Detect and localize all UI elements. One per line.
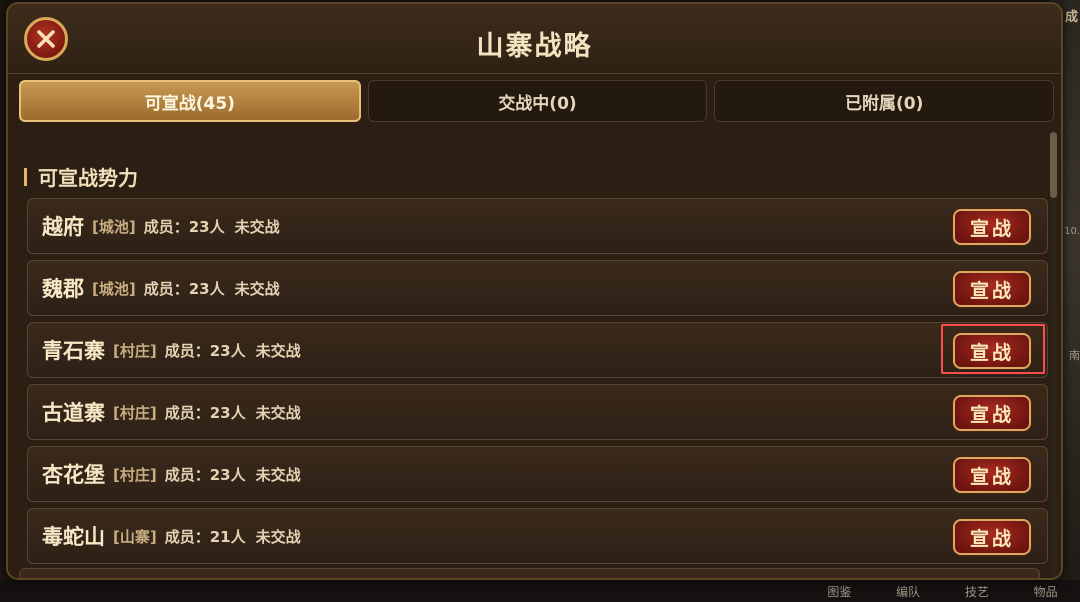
tab-at-war[interactable]: 交战中(0) [367,80,708,122]
faction-status: 未交战 [255,341,301,360]
nav-item-items[interactable]: 物品 [1034,583,1058,600]
scrollbar[interactable] [1050,130,1057,578]
faction-members: 成员：23人 [143,279,225,298]
strategy-dialog: 山寨战略 可宣战(45) 交战中(0) 已附属(0) 可宣战势力 越府 [城池]… [6,2,1063,580]
faction-members: 成员：23人 [164,465,246,484]
dialog-header: 山寨战略 [8,4,1061,74]
list-item: 越府 [城池] 成员：23人 未交战 宣战 [27,198,1048,254]
side-hint-text: 成 [1064,10,1078,25]
faction-type: [村庄] [113,403,157,422]
faction-type: [村庄] [113,341,157,360]
declare-war-button[interactable]: 宣战 [953,209,1031,245]
faction-status: 未交战 [255,403,301,422]
faction-name: 古道寨 [42,401,105,425]
nav-item-codex[interactable]: 图鉴 [827,583,851,600]
list-content: 可宣战势力 越府 [城池] 成员：23人 未交战 宣战 魏郡 [城池] 成员：2… [8,128,1061,578]
declare-war-button[interactable]: 宣战 [953,457,1031,493]
nav-item-formation[interactable]: 编队 [896,583,920,600]
list-item: 毒蛇山 [山寨] 成员：21人 未交战 宣战 [27,508,1048,564]
declare-war-button[interactable]: 宣战 [953,271,1031,307]
faction-status: 未交战 [255,527,301,546]
faction-type: [村庄] [113,465,157,484]
dialog-title: 山寨战略 [476,31,593,62]
section-title: 可宣战势力 [24,162,138,191]
nav-item-skills[interactable]: 技艺 [965,583,989,600]
list-item: 青石寨 [村庄] 成员：23人 未交战 宣战 [27,322,1048,378]
faction-name: 魏郡 [42,277,84,301]
list-item-partial [19,568,1040,578]
faction-name: 杏花堡 [42,463,105,487]
faction-type: [山寨] [113,527,157,546]
scroll-thumb[interactable] [1050,132,1057,198]
section-marker [24,167,27,186]
bottom-nav: 图鉴 编队 技艺 物品 [805,580,1080,602]
faction-name: 青石寨 [42,339,105,363]
faction-members: 成员：23人 [143,217,225,236]
declare-war-button[interactable]: 宣战 [953,395,1031,431]
highlight-box [941,324,1045,374]
faction-members: 成员：23人 [164,341,246,360]
faction-status: 未交战 [255,465,301,484]
tab-vassals[interactable]: 已附属(0) [714,80,1055,122]
faction-type: [城池] [92,279,136,298]
tab-declarable[interactable]: 可宣战(45) [19,80,361,122]
faction-type: [城池] [92,217,136,236]
faction-name: 毒蛇山 [42,525,105,549]
list-item: 古道寨 [村庄] 成员：23人 未交战 宣战 [27,384,1048,440]
list-item: 魏郡 [城池] 成员：23人 未交战 宣战 [27,260,1048,316]
faction-members: 成员：23人 [164,403,246,422]
list-item: 杏花堡 [村庄] 成员：23人 未交战 宣战 [27,446,1048,502]
declare-war-button[interactable]: 宣战 [953,519,1031,555]
side-hint-text: 10. [1064,226,1080,237]
side-hint-text: 南 [1069,349,1080,362]
faction-list: 越府 [城池] 成员：23人 未交战 宣战 魏郡 [城池] 成员：23人 未交战… [27,198,1048,570]
faction-name: 越府 [42,215,84,239]
faction-status: 未交战 [234,279,280,298]
section-title-text: 可宣战势力 [38,166,138,190]
faction-status: 未交战 [234,217,280,236]
faction-members: 成员：21人 [164,527,246,546]
tab-bar: 可宣战(45) 交战中(0) 已附属(0) [19,80,1055,122]
